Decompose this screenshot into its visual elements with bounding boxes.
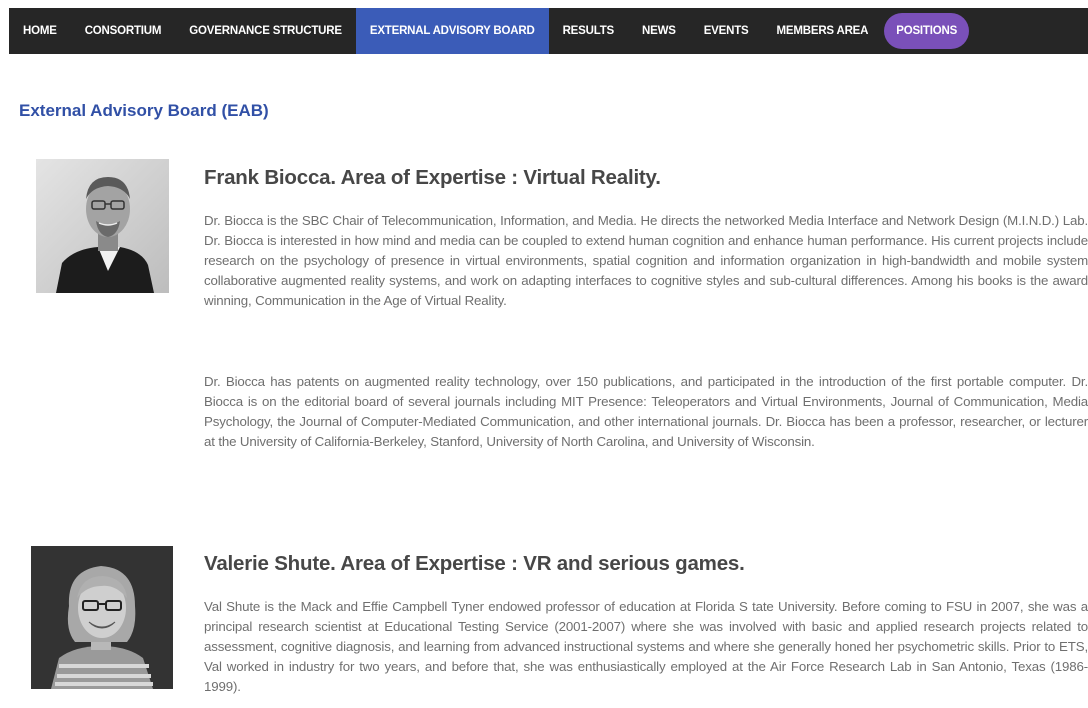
nav-governance-structure[interactable]: GOVERNANCE STRUCTURE — [175, 8, 356, 54]
member-name-biocca: Frank Biocca. Area of Expertise : Virtua… — [204, 166, 661, 189]
member-bio-paragraph: Val Shute is the Mack and Effie Campbell… — [204, 599, 1088, 694]
nav-news[interactable]: NEWS — [628, 8, 690, 54]
portrait-man-icon — [36, 159, 169, 293]
nav-external-advisory-board[interactable]: EXTERNAL ADVISORY BOARD — [355, 8, 549, 54]
portrait-woman-icon — [31, 546, 173, 689]
nav-members-area[interactable]: MEMBERS AREA — [763, 8, 883, 54]
nav-events[interactable]: EVENTS — [690, 8, 763, 54]
nav-results[interactable]: RESULTS — [549, 8, 628, 54]
member-name-shute: Valerie Shute. Area of Expertise : VR an… — [204, 552, 745, 575]
nav-positions[interactable]: POSITIONS — [884, 13, 970, 49]
main-navigation: HOME CONSORTIUM GOVERNANCE STRUCTURE EXT… — [9, 8, 1088, 54]
member-photo-biocca — [36, 159, 169, 293]
nav-home[interactable]: HOME — [9, 8, 71, 54]
page-title: External Advisory Board (EAB) — [19, 101, 269, 120]
member-bio-paragraph: Dr. Biocca is the SBC Chair of Telecommu… — [204, 213, 1088, 308]
member-bio-paragraph: Dr. Biocca has patents on augmented real… — [204, 374, 1088, 449]
member-photo-shute — [31, 546, 173, 689]
nav-consortium[interactable]: CONSORTIUM — [71, 8, 176, 54]
